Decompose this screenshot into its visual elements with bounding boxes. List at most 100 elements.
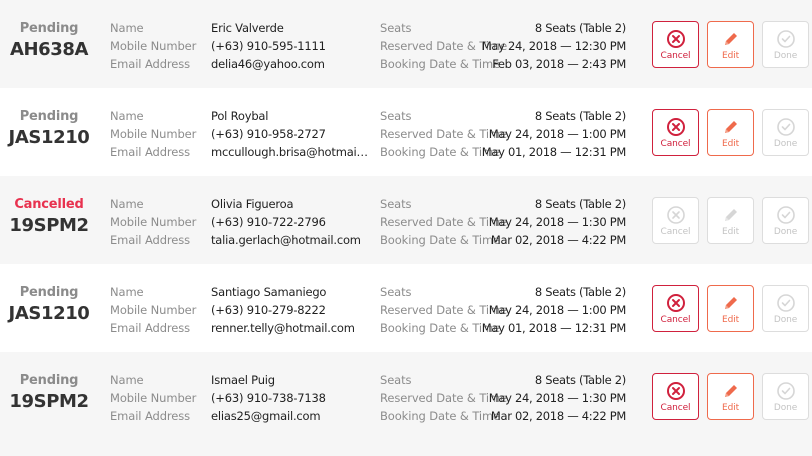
status-label: Pending xyxy=(19,21,79,36)
reservation-code: 19SPM2 xyxy=(9,391,89,412)
guest-email: renner.telly@hotmail.com xyxy=(211,321,355,335)
reservation-code: JAS1210 xyxy=(8,303,90,324)
check-circle-icon xyxy=(776,382,795,400)
cancel-button[interactable]: Cancel xyxy=(652,197,699,244)
cancel-button[interactable]: Cancel xyxy=(652,21,699,68)
name-label: Name xyxy=(110,109,144,123)
x-circle-icon xyxy=(666,382,685,400)
cancel-button[interactable]: Cancel xyxy=(652,109,699,156)
booking-value: May 01, 2018 — 12:31 PM xyxy=(481,145,627,159)
x-circle-icon xyxy=(666,294,685,312)
edit-button-label: Edit xyxy=(721,139,740,149)
booking-value: Feb 03, 2018 — 2:43 PM xyxy=(492,57,626,71)
guest-mobile: (+63) 910-738-7138 xyxy=(211,391,326,405)
guest-mobile: (+63) 910-958-2727 xyxy=(211,127,326,141)
reserved-value: May 24, 2018 — 12:30 PM xyxy=(481,39,627,53)
reservation-row: Pending JAS1210 Name Mobile Number Email… xyxy=(0,88,812,176)
edit-button[interactable]: Edit xyxy=(707,21,754,68)
done-button[interactable]: Done xyxy=(762,373,809,420)
done-button-label: Done xyxy=(773,139,798,149)
cancel-button-label: Cancel xyxy=(660,51,691,61)
name-label: Name xyxy=(110,21,144,35)
name-label: Name xyxy=(110,197,144,211)
done-button-label: Done xyxy=(773,315,798,325)
edit-button[interactable]: Edit xyxy=(707,285,754,332)
guest-email: talia.gerlach@hotmail.com xyxy=(211,233,361,247)
guest-email: mccullough.brisa@hotmail.c... xyxy=(211,145,371,159)
edit-button-label: Edit xyxy=(721,315,740,325)
pencil-icon xyxy=(724,121,737,133)
guest-name: Eric Valverde xyxy=(211,21,284,35)
guest-email: elias25@gmail.com xyxy=(211,409,321,423)
cancel-button[interactable]: Cancel xyxy=(652,285,699,332)
guest-mobile: (+63) 910-279-8222 xyxy=(211,303,326,317)
reservation-row: Pending JAS1210 Name Mobile Number Email… xyxy=(0,264,812,352)
name-label: Name xyxy=(110,285,144,299)
check-circle-icon xyxy=(776,118,795,136)
cancel-button-label: Cancel xyxy=(660,139,691,149)
edit-button-label: Edit xyxy=(721,227,740,237)
mobile-label: Mobile Number xyxy=(110,303,197,317)
x-circle-icon xyxy=(666,118,685,136)
mobile-label: Mobile Number xyxy=(110,127,197,141)
guest-email: delia46@yahoo.com xyxy=(211,57,325,71)
seats-label: Seats xyxy=(380,373,412,387)
edit-button[interactable]: Edit xyxy=(707,373,754,420)
guest-name: Ismael Puig xyxy=(211,373,275,387)
done-button[interactable]: Done xyxy=(762,21,809,68)
check-circle-icon xyxy=(776,294,795,312)
booking-value: Mar 02, 2018 — 4:22 PM xyxy=(490,409,626,423)
done-button[interactable]: Done xyxy=(762,197,809,244)
edit-button[interactable]: Edit xyxy=(707,197,754,244)
reservation-row: Pending 19SPM2 Name Mobile Number Email … xyxy=(0,352,812,440)
x-circle-icon xyxy=(666,30,685,48)
edit-button[interactable]: Edit xyxy=(707,109,754,156)
booking-value: May 01, 2018 — 12:31 PM xyxy=(481,321,627,335)
email-label: Email Address xyxy=(110,145,191,159)
email-label: Email Address xyxy=(110,57,191,71)
cancel-button[interactable]: Cancel xyxy=(652,373,699,420)
mobile-label: Mobile Number xyxy=(110,391,197,405)
guest-mobile: (+63) 910-595-1111 xyxy=(211,39,326,53)
check-circle-icon xyxy=(776,206,795,224)
done-button-label: Done xyxy=(773,51,798,61)
status-label: Pending xyxy=(19,109,79,124)
pencil-icon xyxy=(724,209,737,221)
mobile-label: Mobile Number xyxy=(110,39,197,53)
list-bottom-edge xyxy=(0,440,812,456)
pencil-icon xyxy=(724,33,737,45)
seats-value: 8 Seats (Table 2) xyxy=(534,285,626,299)
guest-name: Santiago Samaniego xyxy=(211,285,327,299)
booking-value: Mar 02, 2018 — 4:22 PM xyxy=(490,233,626,247)
reserved-value: May 24, 2018 — 1:30 PM xyxy=(488,391,627,405)
reservation-code: 19SPM2 xyxy=(9,215,89,236)
reserved-value: May 24, 2018 — 1:00 PM xyxy=(488,303,627,317)
cancel-button-label: Cancel xyxy=(660,227,691,237)
cancel-button-label: Cancel xyxy=(660,315,691,325)
seats-value: 8 Seats (Table 2) xyxy=(534,21,626,35)
done-button[interactable]: Done xyxy=(762,109,809,156)
x-circle-icon xyxy=(666,206,685,224)
done-button-label: Done xyxy=(773,403,798,413)
email-label: Email Address xyxy=(110,409,191,423)
edit-button-label: Edit xyxy=(721,51,740,61)
email-label: Email Address xyxy=(110,233,191,247)
check-circle-icon xyxy=(776,30,795,48)
seats-value: 8 Seats (Table 2) xyxy=(534,197,626,211)
pencil-icon xyxy=(724,385,737,397)
seats-label: Seats xyxy=(380,285,412,299)
cancel-button-label: Cancel xyxy=(660,403,691,413)
reservation-row: Cancelled 19SPM2 Name Mobile Number Emai… xyxy=(0,176,812,264)
status-label: Pending xyxy=(19,285,79,300)
done-button-label: Done xyxy=(773,227,798,237)
guest-name: Pol Roybal xyxy=(211,109,269,123)
guest-name: Olivia Figueroa xyxy=(211,197,294,211)
status-label: Pending xyxy=(19,373,79,388)
edit-button-label: Edit xyxy=(721,403,740,413)
booking-label: Booking Date & Time xyxy=(380,57,501,71)
done-button[interactable]: Done xyxy=(762,285,809,332)
reservation-list: Pending AH638A Name Mobile Number Email … xyxy=(0,0,812,440)
seats-label: Seats xyxy=(380,21,412,35)
pencil-icon xyxy=(724,297,737,309)
reservation-code: JAS1210 xyxy=(8,127,90,148)
